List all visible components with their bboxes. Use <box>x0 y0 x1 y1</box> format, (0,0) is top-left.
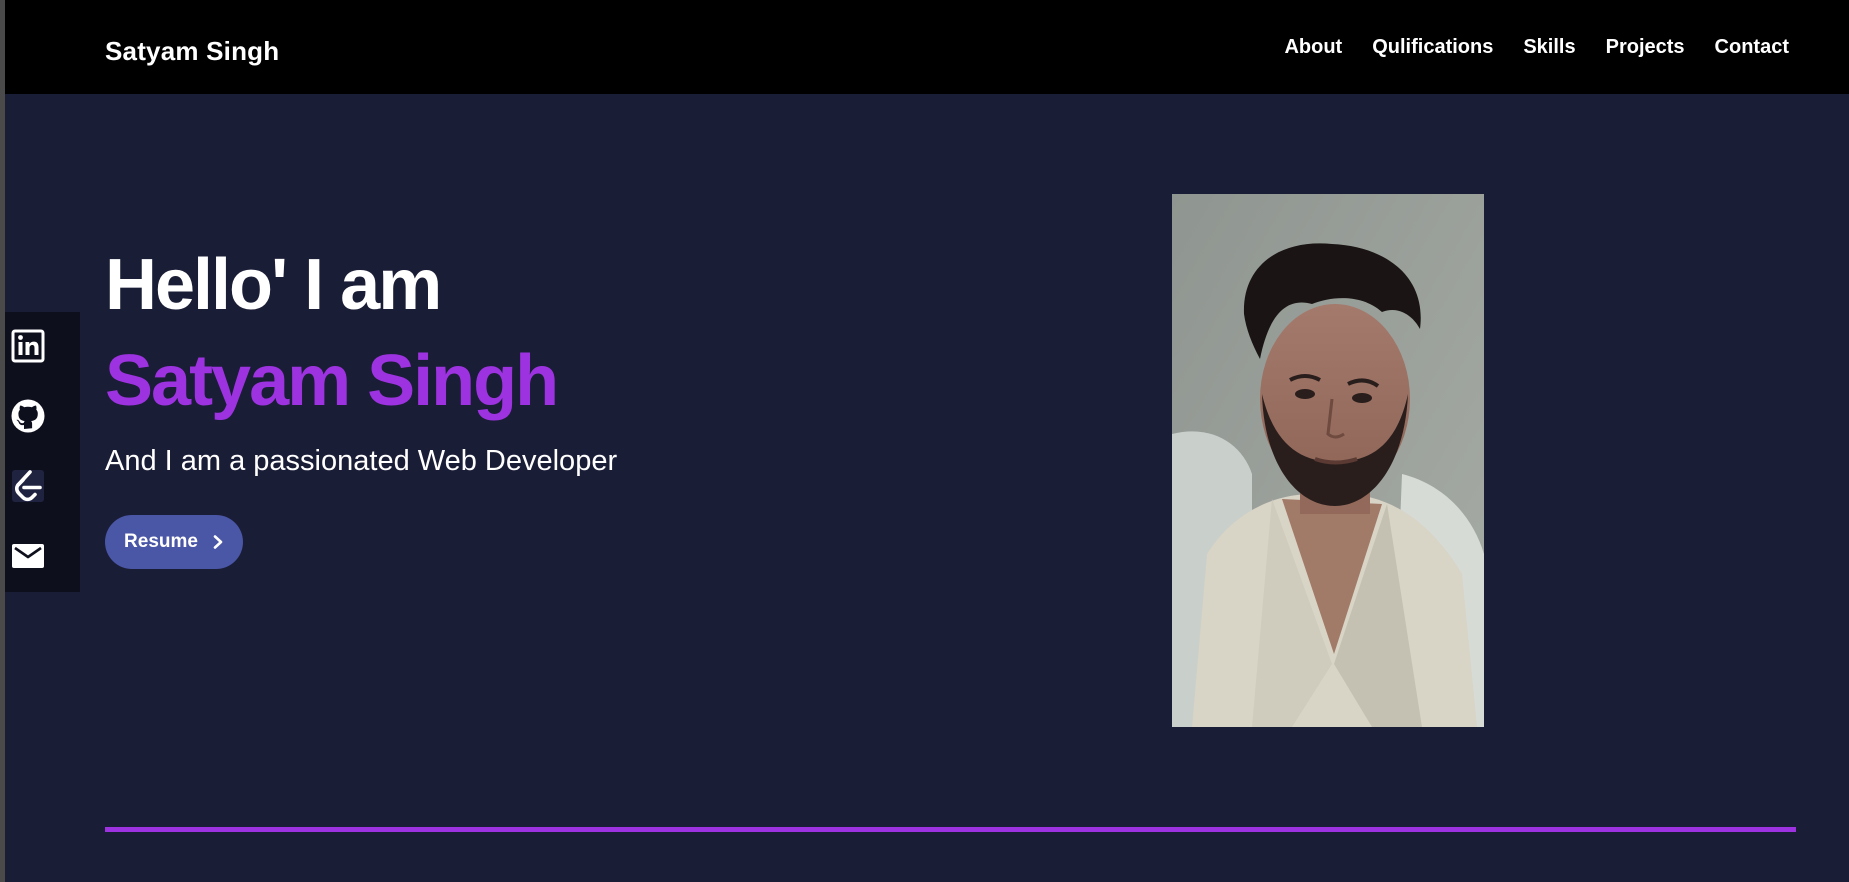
social-links-bar <box>5 312 80 592</box>
resume-button-label: Resume <box>124 531 198 552</box>
nav-projects-link[interactable]: Projects <box>1606 36 1685 59</box>
main-nav: About Qulifications Skills Projects Cont… <box>1284 36 1789 59</box>
profile-photo <box>1172 194 1484 727</box>
hero-name: Satyam Singh <box>105 341 559 421</box>
brand-logo-text[interactable]: Satyam Singh <box>105 36 279 67</box>
hero-greeting: Hello' I am <box>105 245 442 325</box>
linkedin-icon[interactable] <box>10 328 46 364</box>
portfolio-page: Satyam Singh About Qulifications Skills … <box>0 0 1849 882</box>
resume-button[interactable]: Resume <box>105 515 243 569</box>
hero-tagline: And I am a passionated Web Developer <box>105 445 618 477</box>
github-icon[interactable] <box>10 398 46 434</box>
nav-contact-link[interactable]: Contact <box>1715 36 1789 59</box>
mail-icon[interactable] <box>10 538 46 574</box>
section-divider <box>105 827 1796 832</box>
top-navbar: Satyam Singh About Qulifications Skills … <box>5 0 1849 94</box>
nav-qualifications-link[interactable]: Qulifications <box>1372 36 1493 59</box>
leetcode-icon[interactable] <box>10 468 46 504</box>
chevron-right-icon <box>212 535 224 549</box>
nav-about-link[interactable]: About <box>1284 36 1342 59</box>
nav-skills-link[interactable]: Skills <box>1523 36 1575 59</box>
